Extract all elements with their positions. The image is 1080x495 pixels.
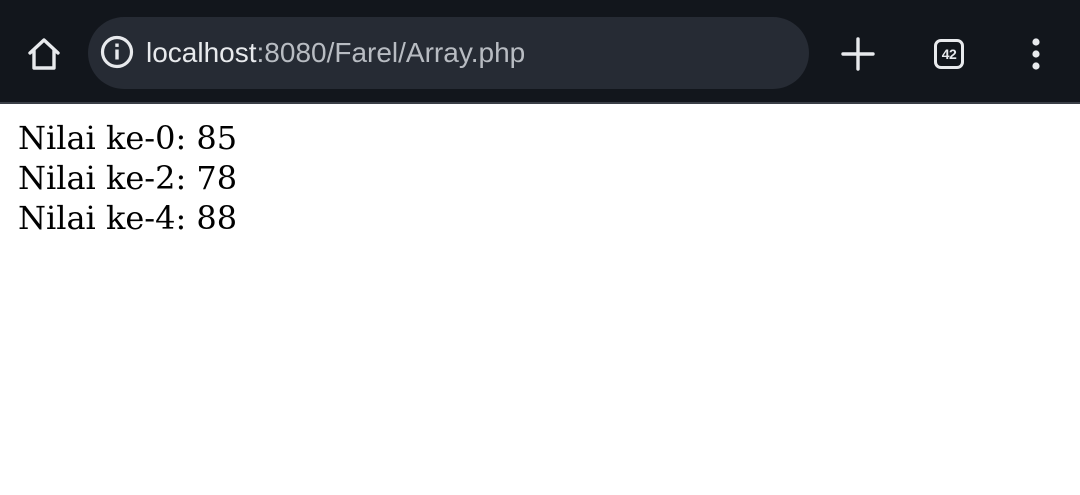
address-bar[interactable]: localhost:8080/Farel/Array.php <box>88 17 809 89</box>
url-path: :8080/Farel/Array.php <box>256 37 526 68</box>
new-tab-button[interactable] <box>830 26 886 82</box>
home-icon <box>28 38 60 70</box>
menu-button[interactable] <box>1008 26 1064 82</box>
home-button[interactable] <box>16 26 72 82</box>
tab-switcher-button[interactable]: 42 <box>921 26 977 82</box>
output-line: Nilai ke-0: 85 <box>18 119 238 157</box>
output-line: Nilai ke-4: 88 <box>18 199 238 237</box>
tab-count: 42 <box>941 46 957 62</box>
url-text[interactable]: localhost:8080/Farel/Array.php <box>146 17 525 89</box>
plus-icon <box>841 37 875 71</box>
browser-toolbar: localhost:8080/Farel/Array.php 42 <box>0 0 1080 104</box>
page-content: Nilai ke-0: 85 Nilai ke-2: 78 Nilai ke-4… <box>18 118 237 238</box>
tab-switcher-icon: 42 <box>934 39 964 69</box>
info-icon[interactable] <box>100 35 134 69</box>
url-host: localhost <box>146 37 257 68</box>
more-vert-icon <box>1032 38 1040 70</box>
output-line: Nilai ke-2: 78 <box>18 159 238 197</box>
